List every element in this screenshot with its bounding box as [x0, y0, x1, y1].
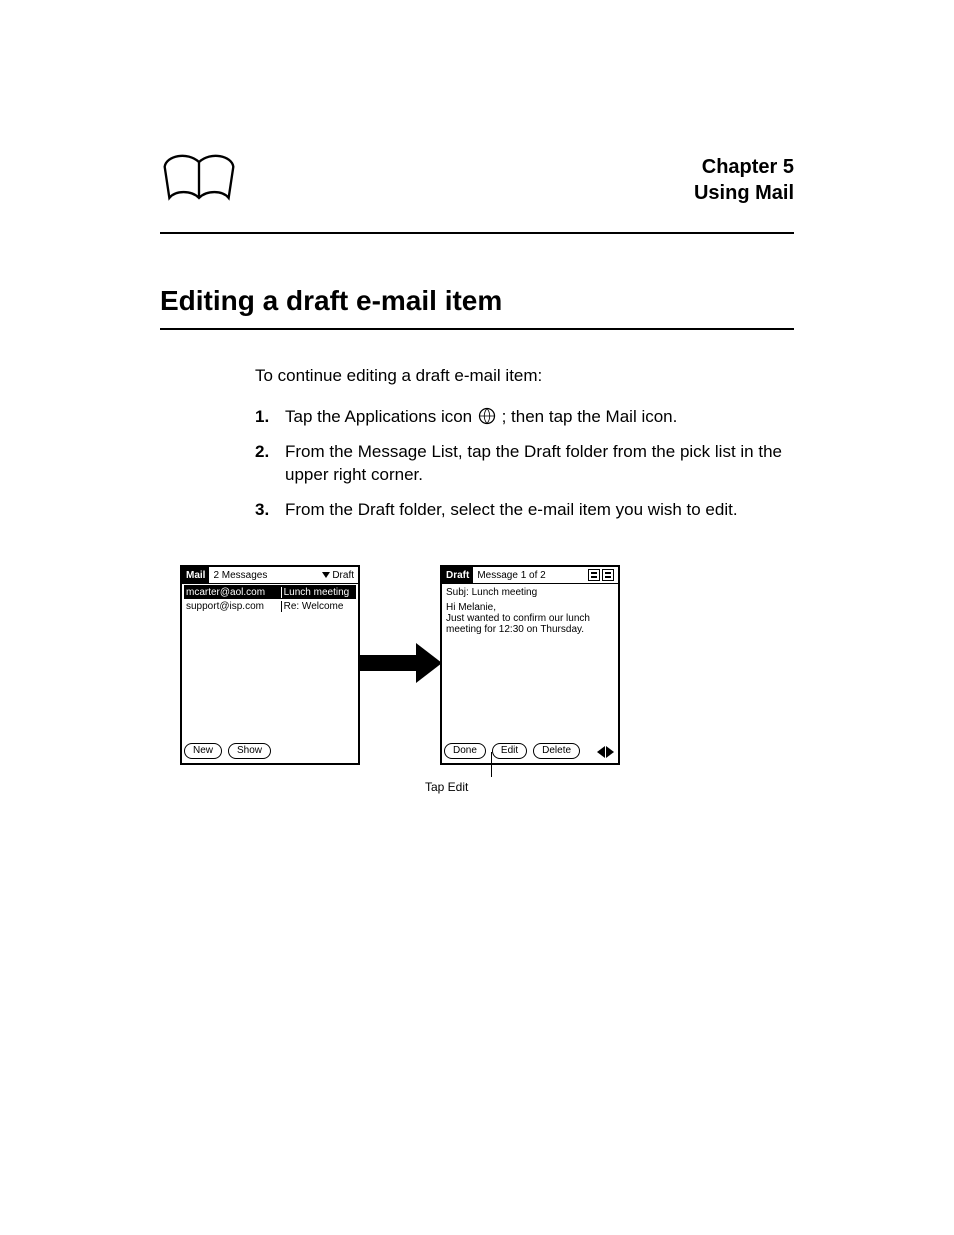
header-icons[interactable] [588, 569, 618, 581]
step-text: Tap the Applications icon [285, 407, 477, 426]
step-1: 1. Tap the Applications icon ; then tap … [255, 406, 794, 429]
body-text: To continue editing a draft e-mail item:… [255, 365, 794, 534]
new-button[interactable]: New [184, 743, 222, 759]
show-button[interactable]: Show [228, 743, 271, 759]
toolbar: Done Edit Delete [444, 741, 616, 761]
step-text: ; then tap the Mail icon. [502, 407, 678, 426]
body-line: Hi Melanie, [446, 602, 614, 613]
app-name: Draft [442, 566, 473, 584]
subject-label: Subj: [446, 587, 469, 598]
divider [160, 328, 794, 330]
book-icon [160, 150, 238, 210]
titlebar: Mail 2 Messages Draft [182, 567, 358, 584]
divider [160, 232, 794, 234]
done-button[interactable]: Done [444, 743, 486, 759]
message-list: mcarter@aol.com Lunch meeting support@is… [184, 585, 356, 739]
screenshot-figures: Mail 2 Messages Draft mcarter@aol.com Lu… [180, 565, 800, 805]
message-position: Message 1 of 2 [473, 570, 588, 581]
toolbar: New Show [184, 741, 356, 761]
titlebar: Draft Message 1 of 2 [442, 567, 618, 584]
chapter-label: Chapter 5 [702, 156, 794, 179]
step-number: 1. [255, 406, 285, 429]
step-3: 3. From the Draft folder, select the e-m… [255, 499, 794, 522]
folder-picklist[interactable]: Draft [318, 570, 358, 581]
body-line: Just wanted to confirm our lunch meeting… [446, 613, 614, 635]
chevron-down-icon [322, 572, 330, 578]
edit-button[interactable]: Edit [492, 743, 527, 759]
step-2: 2. From the Message List, tap the Draft … [255, 441, 794, 487]
chapter-title: Using Mail [694, 182, 794, 205]
header-menu-icon[interactable] [602, 569, 614, 581]
app-name: Mail [182, 566, 209, 584]
message-body: Subj: Lunch meeting Hi Melanie, Just wan… [446, 585, 614, 739]
subject-value: Lunch meeting [472, 587, 538, 598]
step-text: From the Message List, tap the Draft fol… [285, 441, 794, 487]
arrow-left-icon[interactable] [597, 746, 605, 758]
step-number: 3. [255, 499, 285, 522]
picklist-value: Draft [332, 570, 354, 581]
draft-message-screen: Draft Message 1 of 2 Subj: Lunch meeting… [440, 565, 620, 765]
flow-arrow-icon [358, 643, 444, 683]
step-number: 2. [255, 441, 285, 487]
step-text: From the Draft folder, select the e-mail… [285, 499, 794, 522]
subject-cell: Lunch meeting [281, 587, 356, 598]
from-cell: mcarter@aol.com [184, 587, 281, 598]
mail-list-screen: Mail 2 Messages Draft mcarter@aol.com Lu… [180, 565, 360, 765]
subject-cell: Re: Welcome [281, 601, 356, 612]
list-item[interactable]: support@isp.com Re: Welcome [184, 599, 356, 613]
message-count: 2 Messages [209, 570, 318, 581]
subject-line: Subj: Lunch meeting [446, 587, 614, 598]
callout-leader [491, 752, 492, 777]
page-header: Chapter 5 Using Mail [160, 150, 794, 215]
callout-label: Tap Edit [425, 780, 468, 794]
section-heading: Editing a draft e-mail item [160, 285, 794, 317]
intro-line: To continue editing a draft e-mail item: [255, 365, 794, 388]
applications-icon [477, 406, 497, 426]
header-menu-icon[interactable] [588, 569, 600, 581]
arrow-right-icon[interactable] [606, 746, 614, 758]
delete-button[interactable]: Delete [533, 743, 580, 759]
from-cell: support@isp.com [184, 601, 281, 612]
list-item[interactable]: mcarter@aol.com Lunch meeting [184, 585, 356, 599]
prev-next-arrows[interactable] [597, 746, 614, 758]
